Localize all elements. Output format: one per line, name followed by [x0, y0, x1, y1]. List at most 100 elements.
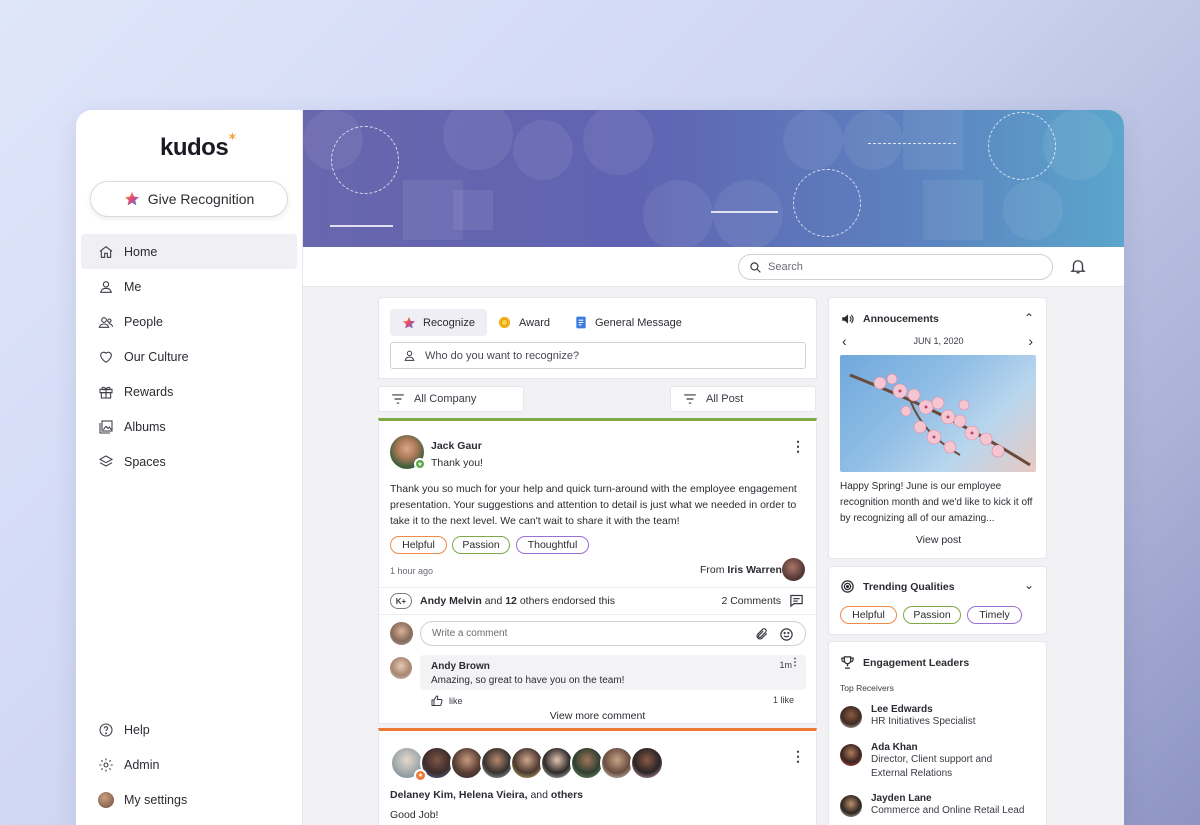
sidebar-item-help[interactable]: Help — [81, 712, 297, 747]
avatar[interactable] — [480, 746, 514, 780]
sidebar-item-my-settings[interactable]: My settings — [81, 782, 297, 817]
tag-chip[interactable]: Thoughtful — [516, 536, 589, 554]
gift-icon — [99, 386, 113, 399]
endorse-button[interactable]: K+ — [390, 593, 412, 609]
comment-input[interactable]: Write a comment — [420, 621, 806, 646]
sidebar-item-rewards[interactable]: Rewards — [81, 374, 297, 409]
sidebar-item-albums[interactable]: Albums — [81, 409, 297, 444]
post-author[interactable]: Jack Gaur — [431, 440, 482, 452]
leader-item[interactable]: Jayden Lane Commerce and Online Retail L… — [840, 793, 1024, 818]
leader-item[interactable]: Lee Edwards HR Initiatives Specialist — [840, 704, 975, 729]
leaders-header: Engagement Leaders — [840, 655, 969, 670]
divider — [379, 614, 816, 615]
filter-label: All Post — [706, 393, 744, 405]
sidebar-item-label: Albums — [124, 419, 166, 434]
view-more-comments-link[interactable]: View more comment — [379, 710, 816, 722]
composer: Recognize Award General Message Who do y… — [378, 297, 817, 379]
trending-title: Trending Qualities — [863, 580, 955, 593]
tag-chip[interactable]: Helpful — [840, 606, 897, 624]
like-button[interactable]: like — [431, 695, 463, 707]
banner-shape — [783, 110, 843, 170]
leader-name: Ada Khan — [871, 742, 918, 753]
sidebar-item-label: Home — [124, 244, 158, 259]
announcement-text: Happy Spring! June is our employee recog… — [840, 481, 1033, 524]
sidebar-item-label: Help — [124, 722, 150, 737]
more-options-icon[interactable]: ⋮ — [791, 749, 805, 763]
banner-shape — [1003, 180, 1063, 240]
endorser-name[interactable]: Andy Melvin — [420, 595, 482, 607]
attachment-icon[interactable] — [755, 627, 769, 641]
filter-post[interactable]: All Post — [670, 386, 816, 412]
banner-dashed-circle — [331, 126, 399, 194]
post-subtitle: Thank you! — [431, 457, 483, 469]
bell-icon — [1070, 260, 1086, 274]
announcements-title: Annoucements — [863, 313, 939, 325]
tag-chip[interactable]: Passion — [903, 606, 961, 624]
avatar[interactable] — [782, 558, 805, 581]
banner-dashed-circle — [793, 169, 861, 237]
banner-dashed-circle — [988, 112, 1056, 180]
view-post-link[interactable]: View post — [829, 534, 1048, 546]
avatar[interactable] — [450, 746, 484, 780]
recipients-others[interactable]: others — [551, 789, 583, 801]
filter-company[interactable]: All Company — [378, 386, 524, 412]
logo: kudos ✶ — [160, 132, 237, 162]
search-input[interactable]: Search — [738, 254, 1053, 280]
banner-shape — [903, 110, 963, 170]
from-name[interactable]: Iris Warren — [727, 564, 781, 576]
leaders-subtitle: Top Receivers — [840, 683, 894, 693]
recipient-names[interactable]: Delaney Kim, Helena Vieira, — [390, 789, 528, 801]
sidebar-item-home[interactable]: Home — [81, 234, 297, 269]
tab-recognize[interactable]: Recognize — [390, 309, 487, 336]
avatar[interactable] — [630, 746, 664, 780]
avatar[interactable] — [540, 746, 574, 780]
leader-item[interactable]: Ada Khan Director, Client support and Ex… — [840, 742, 992, 780]
leader-info: Jayden Lane Commerce and Online Retail L… — [871, 793, 1024, 818]
sidebar-bottom-nav: Help Admin My settings — [81, 712, 297, 817]
notifications-button[interactable] — [1069, 256, 1087, 281]
sidebar-item-our-culture[interactable]: Our Culture — [81, 339, 297, 374]
banner-line — [330, 225, 393, 227]
tag-label: Passion — [462, 539, 500, 551]
sidebar-item-spaces[interactable]: Spaces — [81, 444, 297, 479]
comment-author[interactable]: Andy Brown — [431, 661, 490, 672]
sidebar-item-label: Admin — [124, 757, 160, 772]
sidebar-item-admin[interactable]: Admin — [81, 747, 297, 782]
recipient-input[interactable]: Who do you want to recognize? — [390, 342, 806, 369]
banner-shape — [513, 120, 573, 180]
collapse-chevron-icon[interactable]: ⌃ — [1024, 311, 1034, 325]
filter-icon — [684, 394, 696, 404]
comment: Andy Brown Amazing, so great to have you… — [420, 655, 806, 690]
post-timestamp: 1 hour ago — [390, 566, 434, 576]
avatar[interactable] — [570, 746, 604, 780]
tab-award[interactable]: Award — [485, 309, 562, 336]
expand-chevron-icon[interactable]: ⌄ — [1024, 578, 1034, 592]
trophy-icon — [841, 656, 854, 669]
tab-general-message[interactable]: General Message — [562, 309, 694, 336]
sidebar-item-label: Rewards — [124, 384, 174, 399]
avatar — [840, 795, 862, 817]
emoji-icon[interactable] — [779, 627, 794, 642]
sidebar-item-people[interactable]: People — [81, 304, 297, 339]
search-icon — [750, 261, 761, 273]
more-options-icon[interactable]: ⋮ — [791, 439, 805, 453]
avatar — [98, 791, 114, 808]
avatar[interactable] — [510, 746, 544, 780]
divider — [379, 587, 816, 588]
tag-chip[interactable]: Passion — [452, 536, 510, 554]
next-chevron-icon[interactable]: › — [1028, 333, 1033, 349]
user-icon — [404, 350, 415, 361]
more-options-icon[interactable]: ⋮ — [790, 658, 800, 668]
sidebar-item-me[interactable]: Me — [81, 269, 297, 304]
avatar[interactable] — [600, 746, 634, 780]
tab-label: General Message — [595, 316, 682, 329]
give-recognition-button[interactable]: Give Recognition — [90, 181, 288, 217]
tag-chip[interactable]: Timely — [967, 606, 1022, 624]
heart-icon — [100, 351, 112, 363]
layers-icon — [98, 454, 114, 467]
recipients-and: and — [530, 789, 548, 801]
tag-chip[interactable]: Helpful — [390, 536, 447, 554]
gear-icon — [99, 757, 113, 772]
comments-toggle[interactable]: 2 Comments — [721, 593, 804, 608]
announcement-image[interactable] — [840, 355, 1036, 472]
